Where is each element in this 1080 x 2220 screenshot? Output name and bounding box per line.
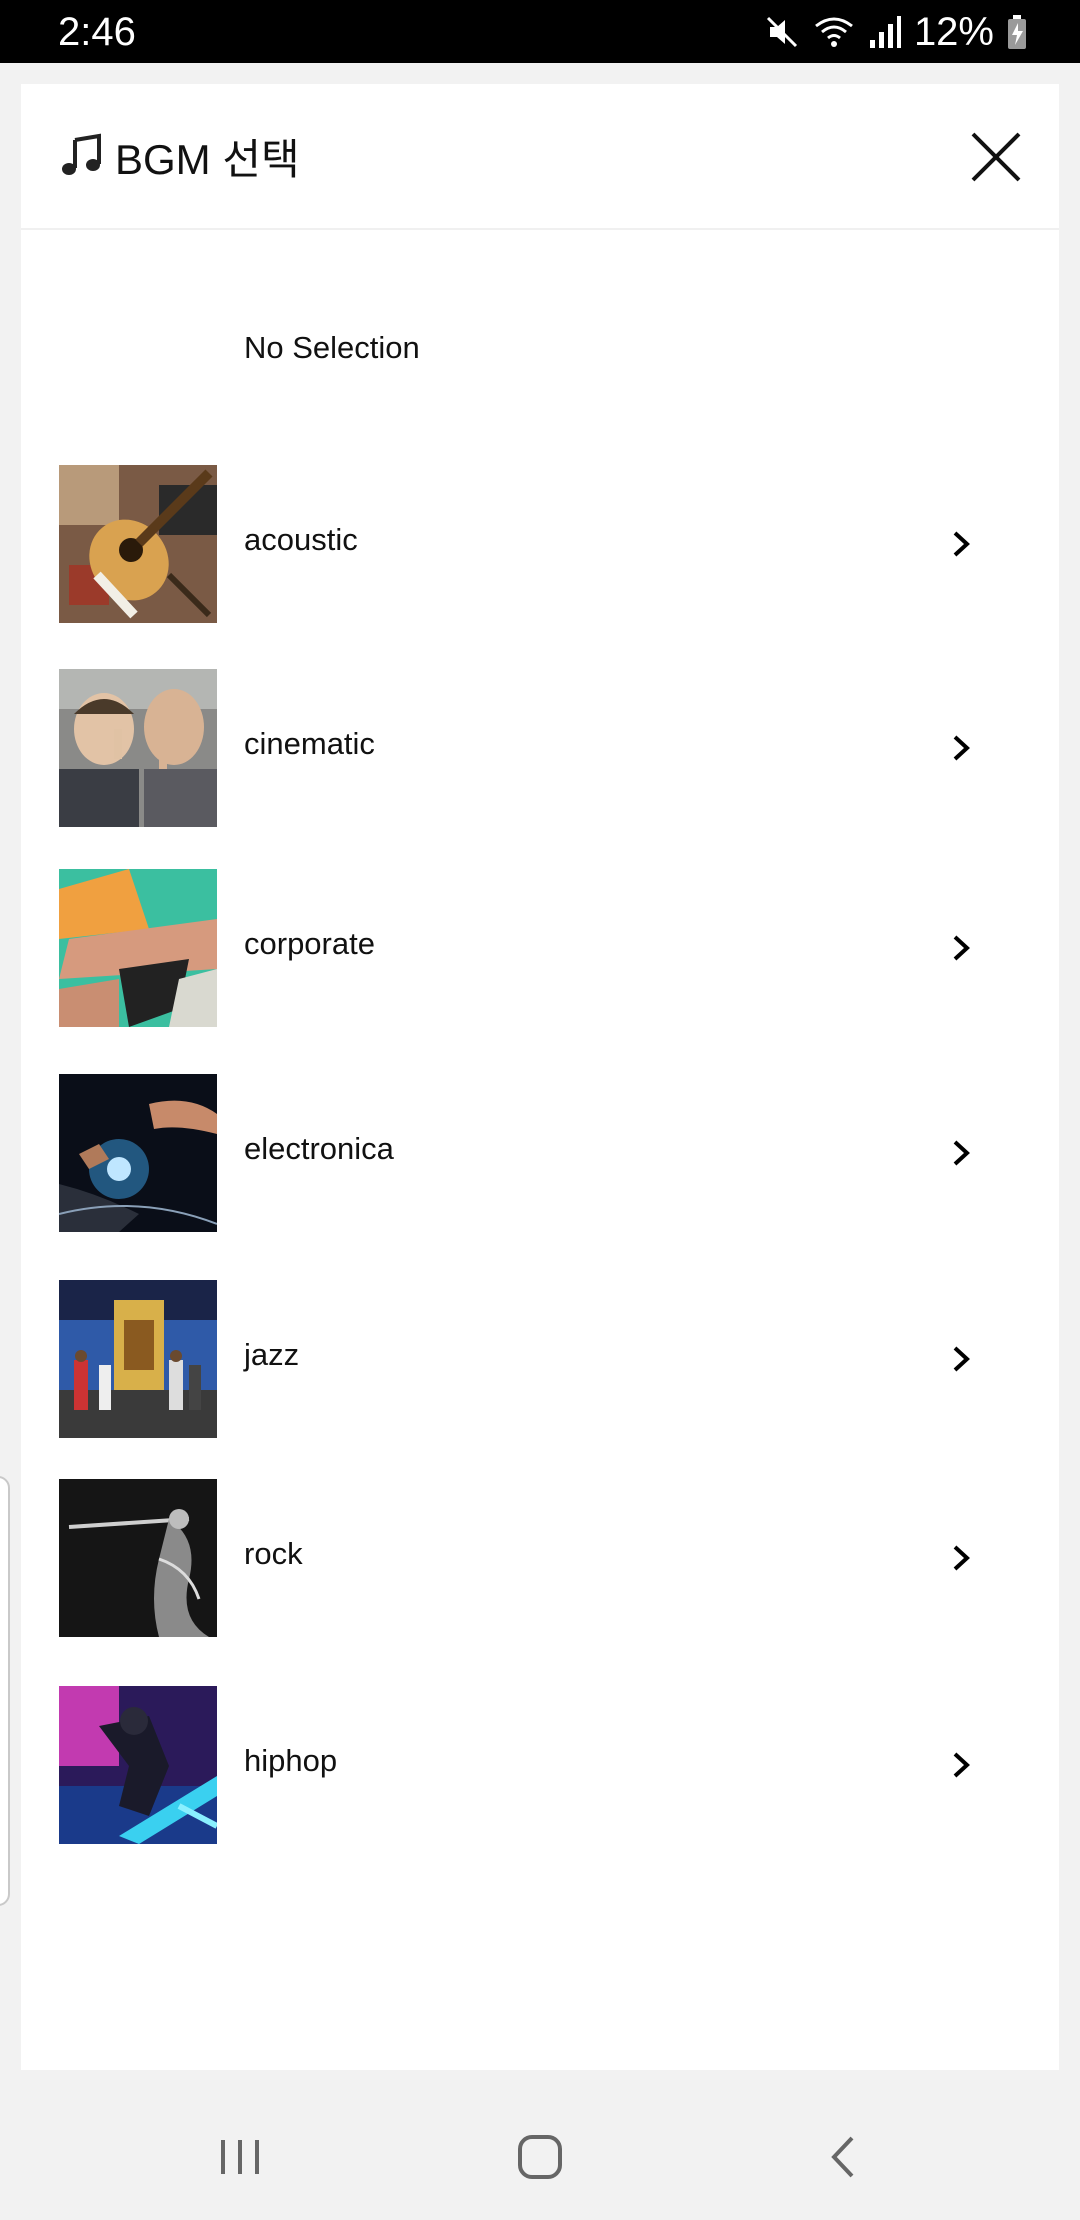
genre-item-cinematic[interactable]: cinematic	[21, 669, 1059, 827]
genre-label: hiphop	[244, 1743, 338, 1778]
genre-label: jazz	[244, 1337, 300, 1372]
close-icon[interactable]	[969, 130, 1023, 184]
genre-item-acoustic[interactable]: acoustic	[21, 465, 1059, 623]
music-note-icon	[62, 133, 101, 175]
chevron-right-icon	[953, 531, 970, 557]
genre-label: rock	[244, 1536, 303, 1571]
no-selection-option[interactable]: No Selection	[21, 306, 1059, 406]
chevron-right-icon	[953, 1140, 970, 1166]
back-icon[interactable]	[812, 2124, 878, 2190]
status-time: 2:46	[58, 10, 136, 54]
chevron-right-icon	[953, 1752, 970, 1778]
bgm-selection-sheet: BGM 선택 No Selection acoustic cinematic c…	[21, 84, 1059, 2070]
sheet-header: BGM 선택	[21, 84, 1059, 230]
corporate-thumbnail	[59, 869, 217, 1027]
sheet-title: BGM 선택	[59, 126, 300, 186]
wifi-icon	[815, 17, 853, 47]
genre-item-electronica[interactable]: electronica	[21, 1074, 1059, 1232]
jazz-thumbnail	[59, 1280, 217, 1438]
status-icons: 12%	[764, 8, 1028, 56]
electronica-thumbnail	[59, 1074, 217, 1232]
no-selection-label: No Selection	[244, 330, 420, 365]
genre-label: corporate	[244, 926, 375, 961]
edge-panel-handle[interactable]	[0, 1476, 10, 1906]
cinematic-thumbnail	[59, 669, 217, 827]
genre-item-rock[interactable]: rock	[21, 1479, 1059, 1637]
battery-percent: 12%	[913, 10, 994, 54]
genre-item-jazz[interactable]: jazz	[21, 1280, 1059, 1438]
chevron-right-icon	[953, 935, 970, 961]
home-icon[interactable]	[507, 2124, 573, 2190]
genre-item-corporate[interactable]: corporate	[21, 869, 1059, 1027]
recent-apps-icon[interactable]	[207, 2124, 273, 2190]
chevron-right-icon	[953, 735, 970, 761]
navigation-bar	[0, 2094, 1080, 2220]
genre-label: acoustic	[244, 522, 358, 557]
hiphop-thumbnail	[59, 1686, 217, 1844]
mute-icon	[766, 16, 797, 48]
rock-thumbnail	[59, 1479, 217, 1637]
acoustic-guitar-thumbnail	[59, 465, 217, 623]
status-bar: 2:46 12%	[0, 0, 1080, 63]
chevron-right-icon	[953, 1346, 970, 1372]
genre-label: electronica	[244, 1131, 394, 1166]
signal-icon	[869, 16, 901, 48]
sheet-title-text: BGM 선택	[115, 135, 300, 183]
genre-label: cinematic	[244, 726, 375, 761]
chevron-right-icon	[953, 1545, 970, 1571]
genre-item-hiphop[interactable]: hiphop	[21, 1686, 1059, 1844]
battery-charging-icon	[1008, 15, 1026, 49]
